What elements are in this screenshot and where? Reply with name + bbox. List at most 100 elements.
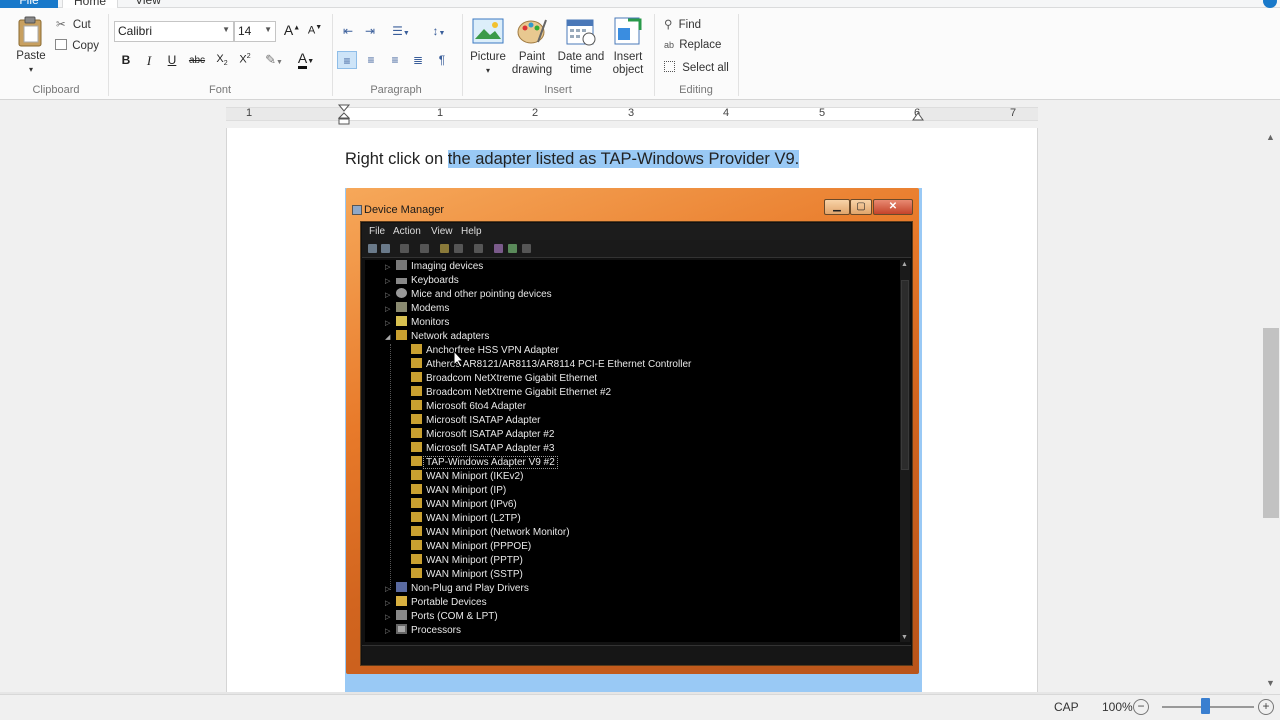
embedded-screenshot[interactable]: Device Manager ▁ ▢ ✕ File Action View He… [345, 188, 922, 694]
category-label: Ports (COM & LPT) [411, 611, 498, 622]
maximize-icon: ▢ [850, 199, 872, 215]
menu-help: Help [461, 226, 482, 237]
category-label: Modems [411, 303, 450, 314]
insert-object-icon [614, 17, 642, 45]
zoom-out-button[interactable]: − [1133, 699, 1149, 715]
scroll-up-icon[interactable]: ▲ [1266, 132, 1275, 142]
keyboard-icon [396, 278, 407, 284]
tab-file[interactable]: File [0, 0, 58, 8]
adapter-label: Broadcom NetXtreme Gigabit Ethernet [426, 373, 598, 384]
tree-item: WAN Miniport (SSTP) [411, 568, 523, 582]
increase-indent-icon[interactable]: ⇥ [360, 22, 380, 40]
tab-view[interactable]: View [128, 0, 168, 8]
scroll-down-icon[interactable]: ▼ [1266, 678, 1275, 688]
paragraph-settings-icon[interactable]: ¶ [432, 51, 452, 69]
tree-category: Mice and other pointing devices [396, 288, 552, 302]
menu-view: View [431, 226, 453, 237]
picture-button[interactable]: Picture ▾ [466, 14, 510, 84]
line-spacing-icon[interactable]: ↕▼ [424, 22, 454, 40]
tree-item-selected: TAP-Windows Adapter V9 #2 [411, 456, 558, 470]
paragraph-text[interactable]: Right click on the adapter listed as TAP… [345, 150, 800, 169]
tree-item: Broadcom NetXtreme Gigabit Ethernet [411, 372, 597, 386]
zoom-in-button[interactable]: + [1258, 699, 1274, 715]
category-label: Mice and other pointing devices [411, 289, 552, 300]
tree-item: WAN Miniport (L2TP) [411, 512, 521, 526]
left-indent-marker[interactable] [338, 104, 350, 126]
cut-button[interactable]: ✂ Cut [56, 17, 91, 31]
adapter-label: Microsoft ISATAP Adapter #2 [426, 429, 555, 440]
copy-label: Copy [72, 40, 100, 52]
insert-object-button[interactable]: Insert object [606, 14, 650, 84]
bullet-list-icon[interactable]: ☰▼ [386, 22, 416, 40]
expand-icon: ▷ [385, 278, 391, 285]
justify-icon[interactable]: ≣ [408, 51, 428, 69]
date-time-label: Date and time [557, 51, 605, 76]
highlight-color-icon[interactable]: ✎▼ [260, 52, 288, 68]
ribbon: Paste ▾ ✂ Cut Copy Clipboard Calibri ▼ 1… [0, 8, 1280, 100]
italic-button[interactable]: I [141, 53, 157, 69]
properties-icon [400, 244, 409, 253]
right-indent-marker[interactable] [912, 111, 924, 123]
processor-icon [396, 624, 407, 634]
align-center-icon[interactable]: ≡ [361, 51, 381, 69]
vertical-scrollbar[interactable]: ▲ ▼ [1262, 128, 1280, 692]
network-adapter-icon [411, 512, 422, 522]
disable-icon [508, 244, 517, 253]
network-adapter-icon [411, 358, 422, 368]
select-all-button[interactable]: Select all [664, 61, 729, 74]
superscript-button[interactable]: X2 [235, 53, 255, 66]
document-page[interactable]: Right click on the adapter listed as TAP… [226, 128, 1038, 694]
paint-drawing-button[interactable]: Paint drawing [508, 14, 556, 84]
select-all-icon [664, 61, 675, 72]
ruler[interactable]: 1 1 2 3 4 5 6 7 [226, 104, 1038, 125]
font-size-select[interactable]: 14 ▼ [234, 21, 276, 42]
tree-item: WAN Miniport (Network Monitor) [411, 526, 570, 540]
menu-action: Action [393, 226, 421, 237]
expand-icon: ▷ [385, 306, 391, 313]
find-button[interactable]: ⚲ Find [664, 17, 701, 31]
bold-button[interactable]: B [118, 53, 134, 67]
date-time-button[interactable]: Date and time [556, 14, 606, 84]
underline-button[interactable]: U [164, 53, 180, 67]
font-size-value: 14 [238, 24, 252, 38]
expand-icon: ▷ [385, 600, 391, 607]
ruler-number: 2 [532, 107, 539, 119]
align-left-icon[interactable]: ≡ [337, 51, 357, 69]
tree-item: Microsoft ISATAP Adapter #2 [411, 428, 554, 442]
close-icon: ✕ [873, 199, 913, 215]
tab-home[interactable]: Home [62, 0, 118, 8]
zoom-slider-thumb[interactable] [1201, 698, 1210, 714]
replace-button[interactable]: ab Replace [664, 39, 721, 51]
ruler-number: 1 [437, 107, 444, 119]
font-family-select[interactable]: Calibri ▼ [114, 21, 234, 42]
expand-icon: ▷ [385, 628, 391, 635]
subscript-button[interactable]: X2 [212, 53, 232, 67]
help-icon[interactable] [1263, 0, 1277, 8]
replace-label: Replace [679, 39, 722, 51]
modem-icon [396, 302, 407, 312]
adapter-label: Microsoft ISATAP Adapter [426, 415, 541, 426]
paste-button[interactable]: Paste ▾ [12, 14, 50, 78]
help-icon [420, 244, 429, 253]
category-label: Non-Plug and Play Drivers [411, 583, 529, 594]
paste-dropdown-icon[interactable]: ▾ [12, 63, 50, 76]
shrink-font-icon[interactable]: A▼ [306, 24, 324, 37]
network-adapter-icon [411, 526, 422, 536]
expand-icon: ▷ [385, 292, 391, 299]
chevron-down-icon: ▼ [264, 25, 272, 34]
adapter-label: Anchorfree HSS VPN Adapter [426, 345, 559, 356]
align-right-icon[interactable]: ≡ [385, 51, 405, 69]
scroll-thumb[interactable] [1263, 328, 1279, 518]
tree-category: Processors [396, 624, 461, 638]
ruler-right-margin [918, 108, 1038, 120]
adapter-label: WAN Miniport (SSTP) [426, 569, 523, 580]
port-icon [396, 610, 407, 620]
copy-button[interactable]: Copy [55, 39, 99, 52]
decrease-indent-icon[interactable]: ⇤ [338, 22, 358, 40]
text-color-icon[interactable]: A▼ [292, 50, 320, 69]
strikethrough-button[interactable]: abc [187, 55, 207, 66]
paste-label: Paste [16, 50, 46, 62]
adapter-label: Atheros AR8121/AR8113/AR8114 PCI-E Ether… [426, 359, 692, 370]
picture-icon [472, 18, 504, 44]
grow-font-icon[interactable]: A▲ [283, 22, 301, 38]
